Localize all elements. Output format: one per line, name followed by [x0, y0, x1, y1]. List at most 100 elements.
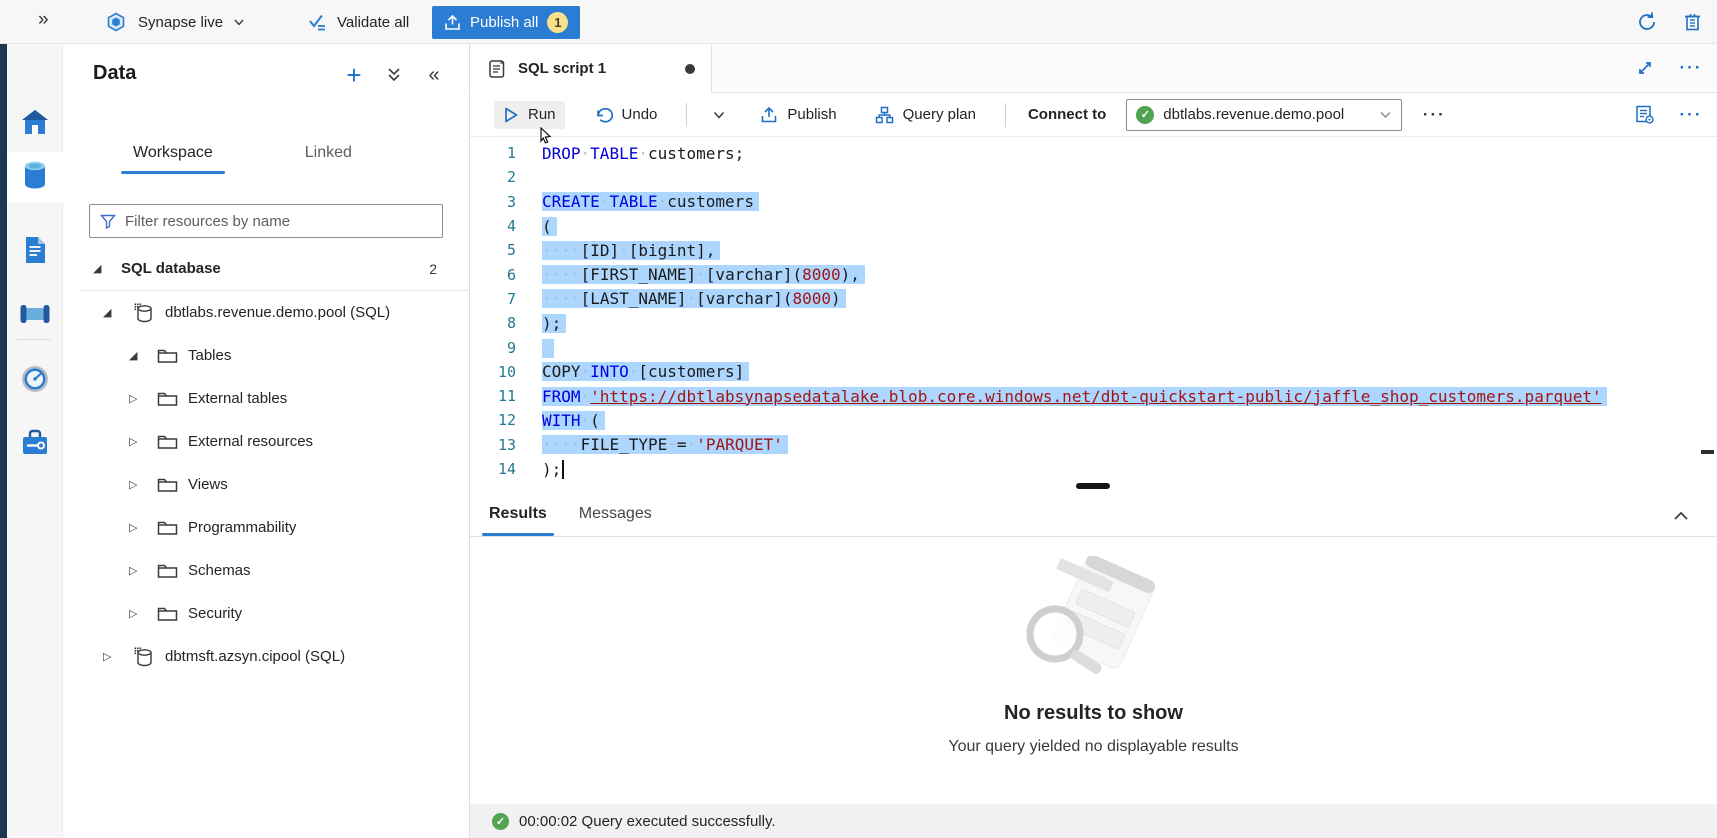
- tree-item-views[interactable]: ▷Views: [63, 463, 469, 506]
- tree-item-external-resources[interactable]: ▷External resources: [63, 420, 469, 463]
- rail-item-develop[interactable]: [7, 227, 63, 277]
- tab-results[interactable]: Results: [480, 505, 556, 536]
- discard-trash-icon[interactable]: [1682, 11, 1706, 35]
- publish-button[interactable]: Publish: [751, 101, 845, 129]
- collapsed-arrow-icon[interactable]: ▷: [103, 650, 119, 663]
- query-statusbar: ✓ 00:00:02 Query executed successfully.: [470, 804, 1717, 838]
- rail-item-data[interactable]: [7, 152, 63, 202]
- rail-item-integrate[interactable]: [7, 291, 63, 341]
- code-line-6[interactable]: 6····[FIRST_NAME]·[varchar](8000),: [470, 262, 1717, 286]
- tab-sql-script-1[interactable]: SQL script 1: [471, 44, 712, 93]
- rail-item-home[interactable]: [7, 99, 63, 149]
- query-plan-label: Query plan: [903, 106, 976, 123]
- tree-item-security[interactable]: ▷Security: [63, 592, 469, 635]
- code-line-9[interactable]: 9: [470, 335, 1717, 359]
- filter-resources-box[interactable]: [89, 204, 443, 238]
- collapsed-arrow-icon[interactable]: ▷: [129, 478, 145, 491]
- tree-item-tables[interactable]: ◢Tables: [63, 334, 469, 377]
- rail-item-manage[interactable]: [7, 420, 63, 470]
- toolbar-divider: [686, 103, 687, 127]
- expand-rail-icon[interactable]: »: [38, 9, 49, 31]
- code-line-11[interactable]: 11FROM·'https://dbtlabsynapsedatalake.bl…: [470, 384, 1717, 408]
- undo-button[interactable]: Undo: [585, 101, 667, 129]
- toolbar-more-icon[interactable]: ···: [1422, 103, 1446, 127]
- collapsed-arrow-icon[interactable]: ▷: [129, 521, 145, 534]
- tabstrip-more-icon[interactable]: ···: [1679, 56, 1703, 80]
- code-line-1[interactable]: 1DROP·TABLE·customers;: [470, 141, 1717, 165]
- sql-pool-icon: [133, 302, 155, 323]
- tree-item-label: Programmability: [188, 519, 296, 536]
- panel-splitter-handle[interactable]: [1076, 483, 1110, 489]
- tree-item-label: External tables: [188, 390, 287, 407]
- collapse-results-chevron-icon[interactable]: [1669, 504, 1693, 528]
- tree-item-external-tables[interactable]: ▷ External tables: [63, 377, 469, 420]
- collapsed-arrow-icon[interactable]: ▷: [129, 435, 145, 448]
- tab-linked[interactable]: Linked: [291, 144, 366, 174]
- tab-workspace[interactable]: Workspace: [119, 144, 227, 174]
- no-results-illustration: [470, 556, 1717, 688]
- toolbar-divider: [1005, 103, 1006, 127]
- code-line-8[interactable]: 8);: [470, 311, 1717, 335]
- tree-item-schemas[interactable]: ▷Schemas: [63, 549, 469, 592]
- collapsed-arrow-icon[interactable]: ▷: [129, 392, 145, 405]
- properties-icon[interactable]: [1633, 103, 1657, 127]
- code-line-13[interactable]: 13····FILE_TYPE·=·'PARQUET': [470, 433, 1717, 457]
- panel-title: Data: [93, 62, 136, 85]
- tab-messages[interactable]: Messages: [570, 505, 661, 536]
- tree-item-programmability[interactable]: ▷ Programmability: [63, 506, 469, 549]
- rail-item-monitor[interactable]: [7, 356, 63, 406]
- validate-all-button[interactable]: Validate all: [300, 7, 417, 37]
- no-results-subtitle: Your query yielded no displayable result…: [470, 738, 1717, 756]
- develop-icon: [21, 235, 49, 269]
- publish-count-badge: 1: [547, 12, 568, 33]
- add-resource-button[interactable]: +: [343, 64, 365, 86]
- collapsed-arrow-icon[interactable]: ▷: [129, 564, 145, 577]
- folder-icon: [157, 519, 178, 536]
- collapse-panel-icon[interactable]: «: [423, 64, 445, 86]
- scrollbar-marker[interactable]: [1701, 450, 1714, 454]
- run-options-chevron-icon[interactable]: [707, 103, 731, 127]
- line-number: 3: [470, 193, 526, 211]
- code-line-3[interactable]: 3CREATE·TABLE·customers: [470, 190, 1717, 214]
- tree-item-dbtlabs-revenue-demo-pool-sql[interactable]: ◢ dbtlabs.revenue.demo.pool (SQL): [63, 291, 469, 334]
- undo-icon: [594, 106, 613, 124]
- code-line-10[interactable]: 10COPY·INTO·[customers]: [470, 360, 1717, 384]
- mode-label: Synapse live: [138, 14, 223, 31]
- code-line-14[interactable]: 14);: [470, 457, 1717, 481]
- tree-item-dbtmsft-azsyn-cipool-sql[interactable]: ▷dbtmsft.azsyn.cipool (SQL): [63, 635, 469, 678]
- query-plan-button[interactable]: Query plan: [866, 101, 985, 129]
- line-number: 12: [470, 411, 526, 429]
- collapsed-arrow-icon[interactable]: ▷: [129, 607, 145, 620]
- code-line-2[interactable]: 2: [470, 165, 1717, 189]
- filter-resources-input[interactable]: [125, 213, 432, 230]
- run-label: Run: [528, 106, 556, 123]
- expanded-arrow-icon[interactable]: ◢: [129, 349, 145, 362]
- tree-item-count: 2: [429, 261, 437, 277]
- sql-script-icon: [487, 58, 507, 80]
- integrate-icon: [19, 301, 51, 331]
- sql-code-editor[interactable]: 1DROP·TABLE·customers;23CREATE·TABLE·cus…: [470, 137, 1717, 492]
- code-line-7[interactable]: 7····[LAST_NAME]·[varchar](8000): [470, 287, 1717, 311]
- editor-more-icon[interactable]: ···: [1679, 103, 1703, 127]
- sidebar-tabs: Workspace Linked: [63, 144, 469, 174]
- collapse-all-icon[interactable]: [383, 64, 405, 86]
- code-line-4[interactable]: 4(: [470, 214, 1717, 238]
- tree-item-label: dbtlabs.revenue.demo.pool (SQL): [165, 304, 390, 321]
- refresh-icon[interactable]: [1636, 11, 1660, 35]
- tree-item-sql-database[interactable]: ◢SQL database2: [63, 247, 469, 290]
- publish-all-button[interactable]: Publish all 1: [432, 6, 580, 39]
- code-line-5[interactable]: 5····[ID]·[bigint],: [470, 238, 1717, 262]
- synapse-live-icon: [104, 10, 128, 34]
- folder-icon: [157, 347, 178, 364]
- expanded-arrow-icon[interactable]: ◢: [103, 306, 119, 319]
- run-button[interactable]: Run: [494, 101, 565, 129]
- run-play-icon: [503, 106, 519, 124]
- mode-selector[interactable]: Synapse live: [98, 7, 251, 37]
- expanded-arrow-icon[interactable]: ◢: [93, 262, 109, 275]
- home-icon: [20, 108, 50, 140]
- connect-to-pool-dropdown[interactable]: ✓ dbtlabs.revenue.demo.pool: [1126, 99, 1402, 131]
- expand-editor-icon[interactable]: [1633, 56, 1657, 80]
- code-line-12[interactable]: 12WITH·(: [470, 408, 1717, 432]
- top-command-bar: » Synapse live Validate all Publish all …: [0, 0, 1717, 44]
- line-number: 13: [470, 436, 526, 454]
